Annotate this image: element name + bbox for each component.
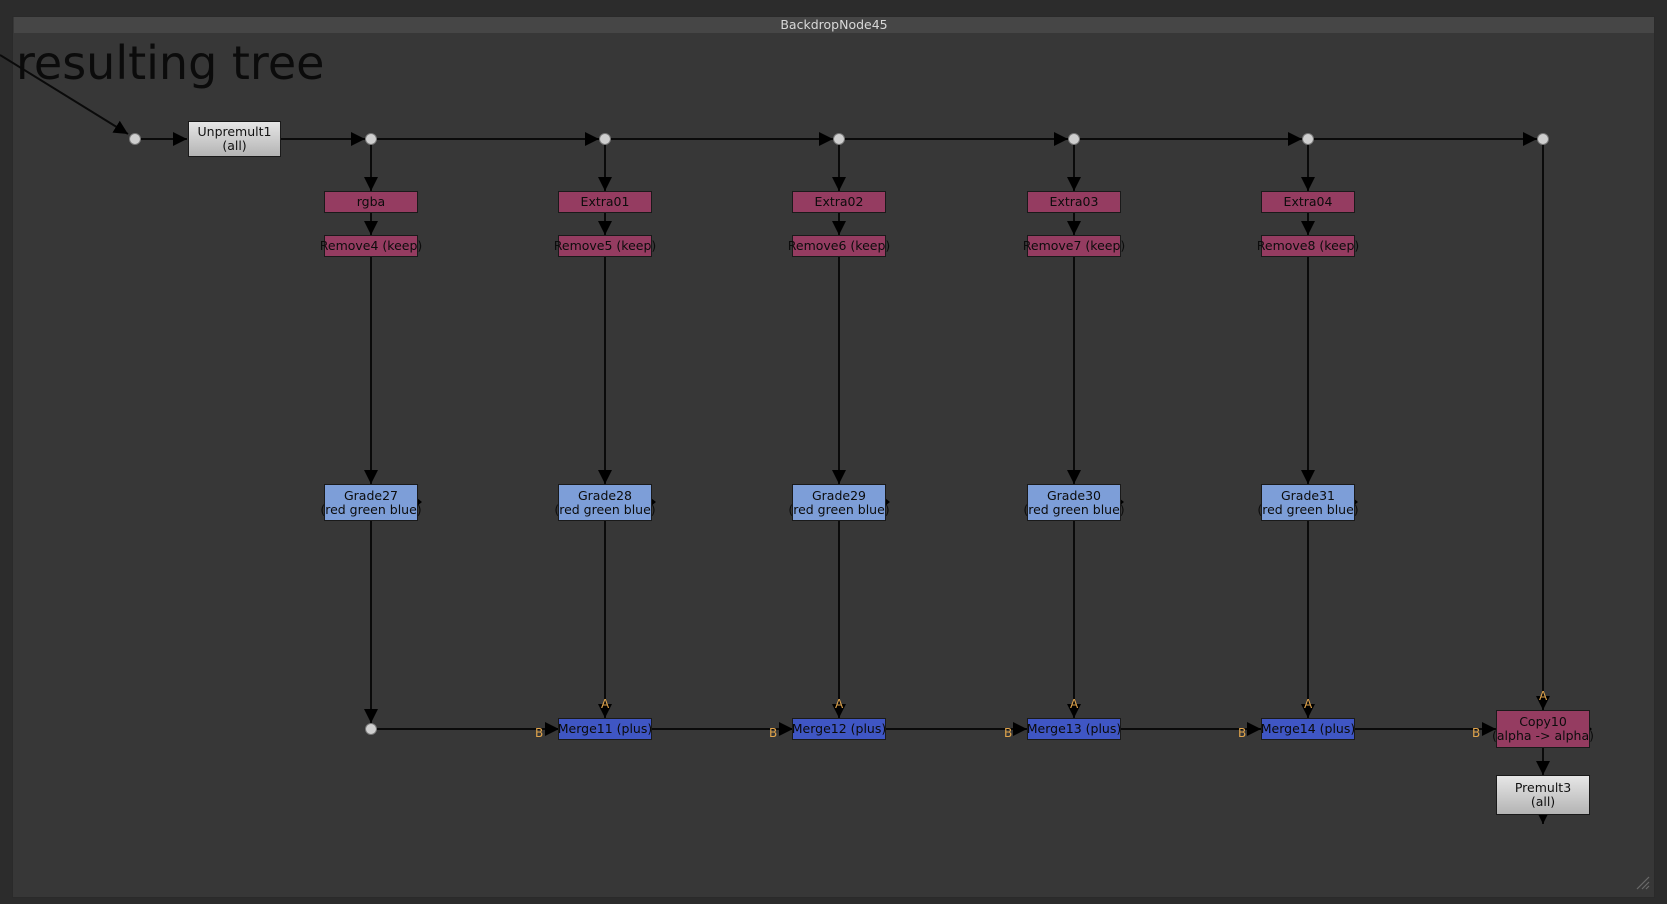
node-sublabel: (red green blue) [788, 501, 890, 517]
pipe-label-b: B [1004, 726, 1013, 740]
shuffle-node[interactable]: rgba [324, 191, 418, 213]
remove-node[interactable]: Remove7 (keep) [1023, 235, 1125, 257]
dot-node[interactable] [129, 133, 141, 145]
node-label: Merge11 (plus) [557, 721, 653, 736]
node-label: Grade30 [1046, 487, 1102, 503]
pipe-label-b: B [1472, 726, 1481, 740]
node-label: Grade27 [343, 487, 399, 503]
remove-node[interactable]: Remove5 (keep) [554, 235, 656, 257]
copy-node[interactable]: Copy10 (alpha -> alpha) [1492, 710, 1594, 748]
pipe-label-a: A [1304, 697, 1313, 711]
node-label: Merge13 (plus) [1026, 721, 1122, 736]
dot-node[interactable] [365, 133, 377, 145]
dot-node[interactable] [365, 723, 377, 735]
pipe-label-b: B [535, 726, 544, 740]
dot-node[interactable] [1537, 133, 1549, 145]
node-sublabel: (red green blue) [554, 501, 656, 517]
merge-node[interactable]: Merge13 (plus) [1027, 718, 1121, 740]
dot-node[interactable] [599, 133, 611, 145]
node-label: Remove6 (keep) [787, 238, 891, 253]
resize-handle-icon[interactable] [1636, 876, 1650, 890]
node-label: Remove8 (keep) [1256, 238, 1360, 253]
premult-node[interactable]: Premult3 (all) [1496, 775, 1590, 815]
unpremult-node[interactable]: Unpremult1 (all) [188, 121, 281, 157]
pipe-label-b: B [769, 726, 778, 740]
node-sublabel: (red green blue) [1023, 501, 1125, 517]
remove-node[interactable]: Remove8 (keep) [1257, 235, 1359, 257]
remove-node[interactable]: Remove6 (keep) [788, 235, 890, 257]
node-label: Extra02 [814, 194, 864, 209]
grade-node[interactable]: Grade31 (red green blue) [1257, 484, 1359, 521]
dot-node[interactable] [1302, 133, 1314, 145]
grade-node[interactable]: Grade30 (red green blue) [1023, 484, 1125, 521]
dot-node[interactable] [833, 133, 845, 145]
merge-node[interactable]: Merge14 (plus) [1261, 718, 1355, 740]
grade-node[interactable]: Grade27 (red green blue) [320, 484, 422, 521]
node-sublabel: (red green blue) [1257, 501, 1359, 517]
shuffle-node[interactable]: Extra02 [792, 191, 886, 213]
node-label: Copy10 [1519, 714, 1567, 729]
node-label: Remove4 (keep) [319, 238, 423, 253]
node-label: Merge14 (plus) [1260, 721, 1356, 736]
node-sublabel: (all) [1530, 794, 1556, 809]
node-label: rgba [356, 194, 386, 209]
node-label: Extra01 [580, 194, 630, 209]
node-label: Grade28 [577, 487, 633, 503]
grade-node[interactable]: Grade29 (red green blue) [788, 484, 890, 521]
node-label: Extra04 [1283, 194, 1333, 209]
shuffle-node[interactable]: Extra03 [1027, 191, 1121, 213]
pipe-label-b: B [1238, 726, 1247, 740]
node-label: Premult3 [1514, 780, 1572, 795]
pipe-label-a: A [1070, 697, 1079, 711]
node-label: Grade31 [1280, 487, 1336, 503]
pipe-label-a: A [835, 697, 844, 711]
node-label: Remove7 (keep) [1022, 238, 1126, 253]
node-label: Merge12 (plus) [791, 721, 887, 736]
remove-node[interactable]: Remove4 (keep) [320, 235, 422, 257]
node-sublabel: (all) [222, 138, 247, 153]
node-label: Unpremult1 [197, 124, 272, 139]
shuffle-node[interactable]: Extra01 [558, 191, 652, 213]
dot-node[interactable] [1068, 133, 1080, 145]
pipe-label-a: A [601, 697, 610, 711]
wire-input [0, 54, 129, 135]
node-sublabel: (red green blue) [320, 501, 422, 517]
node-label: Extra03 [1049, 194, 1099, 209]
node-sublabel: (alpha -> alpha) [1492, 728, 1594, 743]
node-label: Grade29 [811, 487, 867, 503]
pipe-label-a: A [1539, 689, 1548, 703]
merge-node[interactable]: Merge12 (plus) [792, 718, 886, 740]
shuffle-node[interactable]: Extra04 [1261, 191, 1355, 213]
node-label: Remove5 (keep) [553, 238, 657, 253]
merge-node[interactable]: Merge11 (plus) [558, 718, 652, 740]
grade-node[interactable]: Grade28 (red green blue) [554, 484, 656, 521]
